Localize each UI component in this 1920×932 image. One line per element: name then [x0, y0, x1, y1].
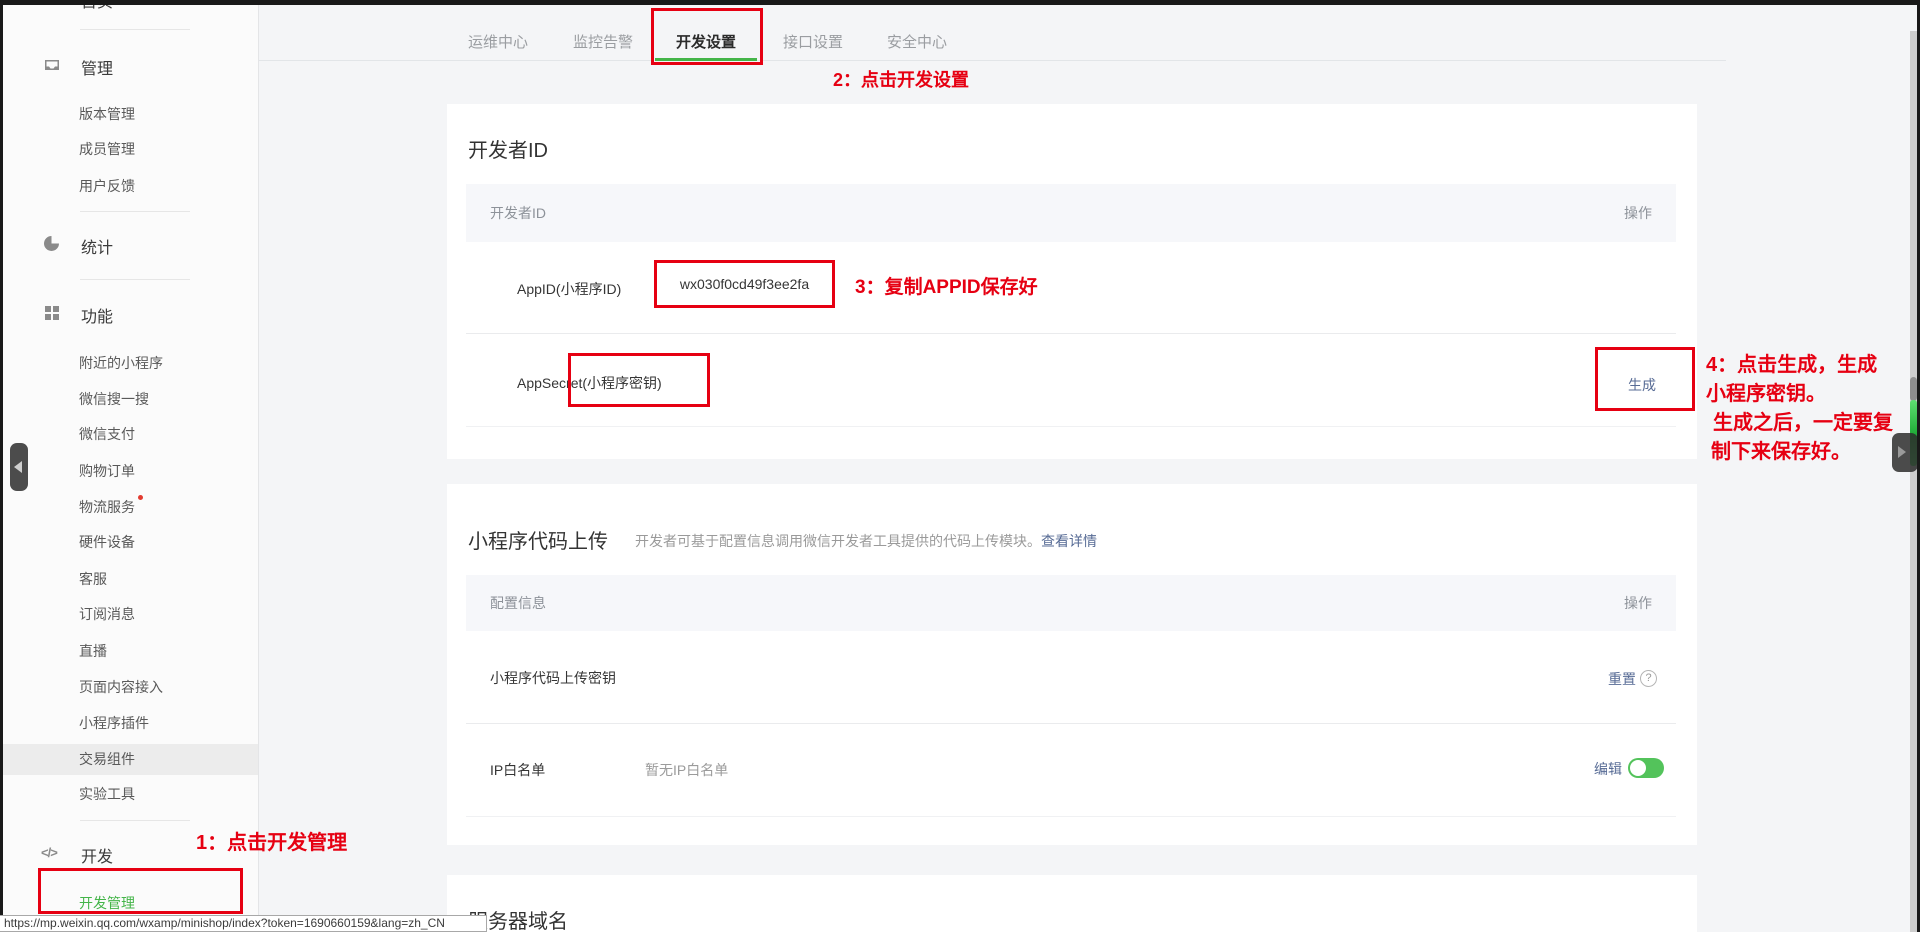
view-details-link[interactable]: 查看详情 [1041, 531, 1097, 551]
panel-expand-button[interactable] [1892, 433, 1918, 472]
sidebar-divider [80, 211, 190, 212]
window-frame-left [0, 0, 3, 932]
sidebar-item-page-content-access[interactable]: 页面内容接入 [79, 677, 163, 697]
new-badge-dot [138, 495, 143, 500]
tabbar-border [258, 60, 1726, 61]
sidebar-item-subscribe-message[interactable]: 订阅消息 [79, 604, 135, 624]
sidebar-item-statistics[interactable]: 统计 [81, 234, 113, 258]
sidebar-item-miniprogram-plugin[interactable]: 小程序插件 [79, 713, 149, 733]
edit-ip-whitelist-button[interactable]: 编辑 [1594, 759, 1622, 779]
sidebar-item-version-manage[interactable]: 版本管理 [79, 104, 135, 124]
sidebar: 首页 管理 版本管理 成员管理 用户反馈 统计 功能 附近的小程序 微信搜一搜 … [3, 0, 259, 932]
row-divider [466, 816, 1676, 817]
sidebar-item-experiment-tools[interactable]: 实验工具 [79, 784, 135, 804]
sidebar-item-user-feedback[interactable]: 用户反馈 [79, 176, 135, 196]
tab-monitor-alert[interactable]: 监控告警 [568, 31, 638, 52]
annotation-step4-line1: 4：点击生成，生成 [1706, 351, 1893, 380]
wechat-miniprogram-console: 首页 管理 版本管理 成员管理 用户反馈 统计 功能 附近的小程序 微信搜一搜 … [0, 0, 1920, 932]
sidebar-item-develop[interactable]: 开发 [81, 843, 113, 867]
annotation-box-develop-manage [38, 868, 243, 914]
tab-api-settings[interactable]: 接口设置 [778, 31, 848, 52]
col-header-operation: 操作 [1624, 203, 1652, 223]
triangle-left-icon [14, 461, 22, 473]
sidebar-item-manage[interactable]: 管理 [81, 55, 113, 79]
sidebar-item-nearby-miniprogram[interactable]: 附近的小程序 [79, 353, 163, 373]
code-upload-subtitle: 开发者可基于配置信息调用微信开发者工具提供的代码上传模块。 [635, 531, 1041, 551]
sidebar-item-logistics-service[interactable]: 物流服务 [79, 497, 135, 517]
annotation-step4: 4：点击生成，生成 小程序密钥。 生成之后，一定要复 制下来保存好。 [1706, 351, 1893, 467]
annotation-box-appsecret [568, 353, 710, 407]
sidebar-item-wechat-search[interactable]: 微信搜一搜 [79, 389, 149, 409]
tab-security-center[interactable]: 安全中心 [882, 31, 952, 52]
ip-whitelist-label: IP白名单 [490, 760, 545, 780]
scrollbar-thumb[interactable] [1910, 377, 1917, 401]
server-domain-card: 服务器域名 [447, 875, 1697, 932]
status-bar-url: https://mp.weixin.qq.com/wxamp/minishop/… [0, 915, 487, 932]
sidebar-divider [80, 820, 190, 821]
annotation-box-generate [1595, 347, 1695, 411]
sidebar-item-shopping-orders[interactable]: 购物订单 [79, 461, 135, 481]
annotation-step1: 1：点击开发管理 [196, 826, 347, 855]
toggle-knob [1630, 760, 1646, 776]
annotation-box-dev-settings-tab [651, 8, 763, 65]
sidebar-collapse-button[interactable] [10, 443, 28, 491]
tab-ops-center[interactable]: 运维中心 [463, 31, 533, 52]
sidebar-item-wechat-pay[interactable]: 微信支付 [79, 424, 135, 444]
annotation-box-appid-value [654, 260, 835, 308]
annotation-step4-line3: 生成之后，一定要复 [1706, 409, 1893, 438]
upload-key-label: 小程序代码上传密钥 [490, 668, 616, 688]
scrollbar-track[interactable] [1910, 31, 1917, 932]
col-header-operation: 操作 [1624, 593, 1652, 613]
row-divider [466, 723, 1676, 724]
col-header-config-info: 配置信息 [490, 593, 546, 613]
ip-whitelist-toggle[interactable] [1628, 758, 1664, 778]
reset-key-button[interactable]: 重置 [1608, 669, 1636, 689]
annotation-step4-line2: 小程序密钥。 [1706, 380, 1893, 409]
ip-whitelist-value: 暂无IP白名单 [645, 760, 728, 780]
tray-icon [44, 57, 60, 73]
sidebar-divider [80, 29, 190, 30]
triangle-right-icon [1898, 446, 1906, 458]
annotation-step4-line4: 制下来保存好。 [1706, 438, 1893, 467]
window-frame-top [0, 0, 1920, 5]
annotation-step2: 2：点击开发设置 [833, 66, 969, 92]
help-icon[interactable]: ? [1640, 670, 1657, 687]
appid-label: AppID(小程序ID) [517, 279, 621, 299]
col-header-developer-id: 开发者ID [490, 203, 546, 223]
code-upload-title: 小程序代码上传 [468, 525, 608, 554]
sidebar-item-features[interactable]: 功能 [81, 303, 113, 327]
annotation-step3: 3：复制APPID保存好 [855, 272, 1038, 299]
developer-id-table-header: 开发者ID 操作 [466, 184, 1676, 242]
row-divider [466, 426, 1676, 427]
developer-id-title: 开发者ID [468, 134, 548, 163]
pie-chart-icon [44, 236, 59, 251]
sidebar-item-member-manage[interactable]: 成员管理 [79, 139, 135, 159]
sidebar-item-customer-service[interactable]: 客服 [79, 569, 107, 589]
sidebar-item-hardware-device[interactable]: 硬件设备 [79, 532, 135, 552]
config-table-header: 配置信息 操作 [466, 575, 1676, 631]
sidebar-divider [80, 279, 190, 280]
row-divider [466, 333, 1676, 334]
grid-icon [44, 305, 60, 321]
sidebar-item-trade-component[interactable]: 交易组件 [79, 749, 135, 769]
code-upload-card: 小程序代码上传 开发者可基于配置信息调用微信开发者工具提供的代码上传模块。 查看… [447, 484, 1697, 845]
sidebar-item-live[interactable]: 直播 [79, 641, 107, 661]
code-icon: </> [41, 845, 57, 860]
